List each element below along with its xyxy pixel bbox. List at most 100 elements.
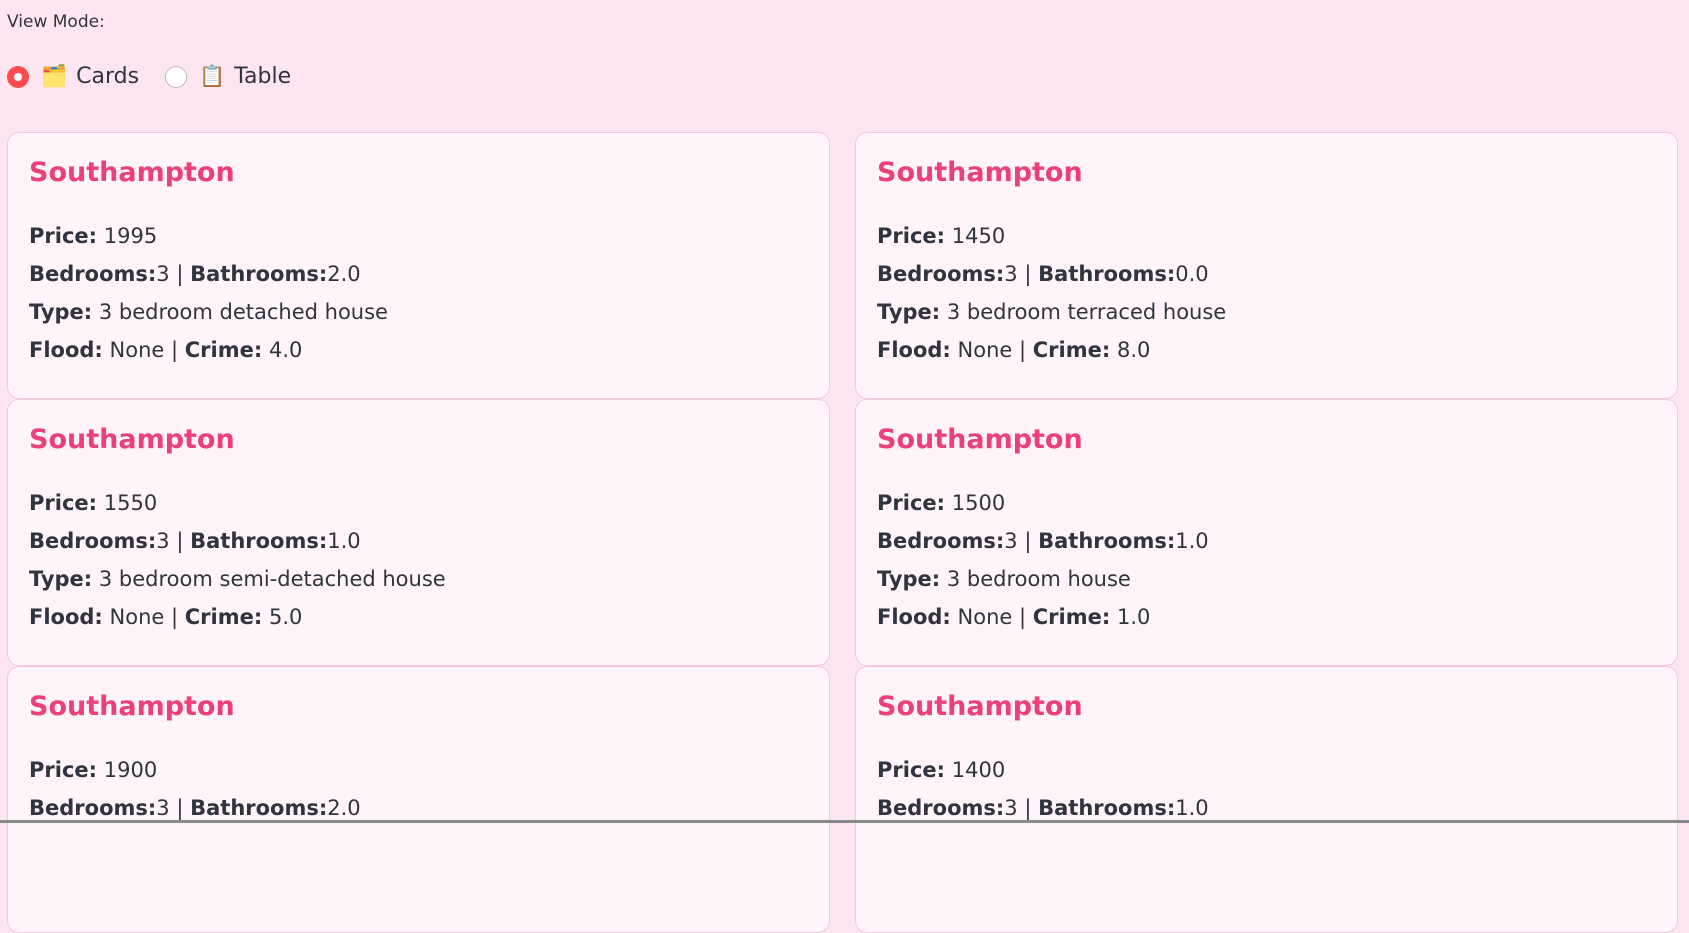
listing-card: Southampton Price: 1900 Bedrooms:3 | Bat… — [7, 666, 830, 933]
bathrooms-label: Bathrooms: — [190, 796, 328, 821]
bathrooms-label: Bathrooms: — [1038, 262, 1176, 287]
listing-type-line: Type: 3 bedroom terraced house — [877, 293, 1656, 331]
bedrooms-value: 3 — [1004, 796, 1018, 821]
crime-label: Crime: — [184, 338, 263, 363]
type-value: 3 bedroom house — [946, 567, 1131, 592]
listing-price-line: Price: 1400 — [877, 751, 1656, 789]
listing-rooms-line: Bedrooms:3 | Bathrooms:0.0 — [877, 255, 1656, 293]
bedrooms-value: 3 — [156, 262, 170, 287]
crime-value: 1.0 — [1116, 605, 1151, 630]
bathrooms-value: 2.0 — [327, 796, 361, 821]
clipboard-icon: 📋 — [199, 64, 226, 88]
bedrooms-label: Bedrooms: — [877, 262, 1005, 287]
bedrooms-value: 3 — [1004, 529, 1018, 554]
bedrooms-label: Bedrooms: — [29, 262, 157, 287]
type-value: 3 bedroom terraced house — [946, 300, 1227, 325]
crime-label: Crime: — [184, 605, 263, 630]
listing-city: Southampton — [29, 157, 235, 188]
price-value: 1450 — [951, 224, 1006, 249]
bedrooms-label: Bedrooms: — [877, 796, 1005, 821]
price-label: Price: — [29, 491, 98, 516]
folder-icon: 🗂️ — [41, 64, 68, 88]
crime-value: 8.0 — [1116, 338, 1151, 363]
listing-price-line: Price: 1900 — [29, 751, 808, 789]
separator: | — [1024, 262, 1032, 287]
radio-button-table[interactable] — [165, 65, 188, 88]
separator: | — [176, 796, 184, 821]
bedrooms-label: Bedrooms: — [29, 529, 157, 554]
crime-value: 5.0 — [268, 605, 303, 630]
listing-risk-line: Flood: None | Crime: 5.0 — [29, 598, 808, 636]
bathrooms-value: 1.0 — [1175, 529, 1209, 554]
bathrooms-value: 0.0 — [1175, 262, 1209, 287]
bathrooms-label: Bathrooms: — [190, 262, 328, 287]
bedrooms-label: Bedrooms: — [877, 529, 1005, 554]
view-mode-option-label: Table — [234, 64, 292, 89]
bathrooms-label: Bathrooms: — [1038, 796, 1176, 821]
listing-city: Southampton — [877, 691, 1083, 722]
listing-price-line: Price: 1995 — [29, 217, 808, 255]
bathrooms-value: 2.0 — [327, 262, 361, 287]
listing-risk-line: Flood: None | Crime: 1.0 — [877, 598, 1656, 636]
listing-rooms-line: Bedrooms:3 | Bathrooms:2.0 — [29, 255, 808, 293]
separator: | — [171, 605, 179, 630]
listing-card: Southampton Price: 1995 Bedrooms:3 | Bat… — [7, 132, 830, 399]
listing-city: Southampton — [29, 691, 235, 722]
bathrooms-label: Bathrooms: — [190, 529, 328, 554]
flood-label: Flood: — [29, 338, 103, 363]
price-label: Price: — [877, 758, 946, 783]
bedrooms-value: 3 — [1004, 262, 1018, 287]
type-value: 3 bedroom detached house — [98, 300, 388, 325]
flood-label: Flood: — [877, 338, 951, 363]
separator: | — [176, 262, 184, 287]
price-value: 1550 — [103, 491, 158, 516]
listing-price-line: Price: 1450 — [877, 217, 1656, 255]
bedrooms-value: 3 — [156, 796, 170, 821]
bathrooms-value: 1.0 — [1175, 796, 1209, 821]
flood-label: Flood: — [29, 605, 103, 630]
listing-city: Southampton — [29, 424, 235, 455]
bathrooms-value: 1.0 — [327, 529, 361, 554]
listing-type-line: Type: 3 bedroom semi-detached house — [29, 560, 808, 598]
crime-label: Crime: — [1032, 605, 1111, 630]
crime-label: Crime: — [1032, 338, 1111, 363]
type-label: Type: — [29, 567, 93, 592]
listing-price-line: Price: 1550 — [29, 484, 808, 522]
price-label: Price: — [29, 758, 98, 783]
price-label: Price: — [877, 491, 946, 516]
type-label: Type: — [877, 300, 941, 325]
view-mode-option-cards[interactable]: 🗂️ Cards — [7, 64, 139, 89]
price-label: Price: — [877, 224, 946, 249]
flood-value: None — [109, 605, 165, 630]
separator: | — [176, 529, 184, 554]
view-mode-radio-group: 🗂️ Cards 📋 Table — [7, 64, 317, 89]
listing-card: Southampton Price: 1400 Bedrooms:3 | Bat… — [855, 666, 1678, 933]
crime-value: 4.0 — [268, 338, 303, 363]
listing-risk-line: Flood: None | Crime: 4.0 — [29, 331, 808, 369]
listing-rooms-line: Bedrooms:3 | Bathrooms:1.0 — [29, 522, 808, 560]
separator: | — [1024, 529, 1032, 554]
view-mode-option-table[interactable]: 📋 Table — [165, 64, 291, 89]
bathrooms-label: Bathrooms: — [1038, 529, 1176, 554]
price-value: 1500 — [951, 491, 1006, 516]
listing-card: Southampton Price: 1500 Bedrooms:3 | Bat… — [855, 399, 1678, 666]
listing-card: Southampton Price: 1450 Bedrooms:3 | Bat… — [855, 132, 1678, 399]
listing-price-line: Price: 1500 — [877, 484, 1656, 522]
flood-label: Flood: — [877, 605, 951, 630]
radio-button-cards[interactable] — [7, 65, 29, 88]
listing-cards-grid: Southampton Price: 1995 Bedrooms:3 | Bat… — [7, 132, 1678, 933]
flood-value: None — [109, 338, 165, 363]
type-label: Type: — [29, 300, 93, 325]
type-label: Type: — [877, 567, 941, 592]
price-value: 1900 — [103, 758, 158, 783]
bedrooms-label: Bedrooms: — [29, 796, 157, 821]
price-value: 1400 — [951, 758, 1006, 783]
separator: | — [1024, 796, 1032, 821]
listing-city: Southampton — [877, 157, 1083, 188]
listing-risk-line: Flood: None | Crime: 8.0 — [877, 331, 1656, 369]
listing-type-line: Type: 3 bedroom house — [877, 560, 1656, 598]
bedrooms-value: 3 — [156, 529, 170, 554]
view-mode-option-label: Cards — [76, 64, 140, 89]
type-value: 3 bedroom semi-detached house — [98, 567, 446, 592]
price-label: Price: — [29, 224, 98, 249]
